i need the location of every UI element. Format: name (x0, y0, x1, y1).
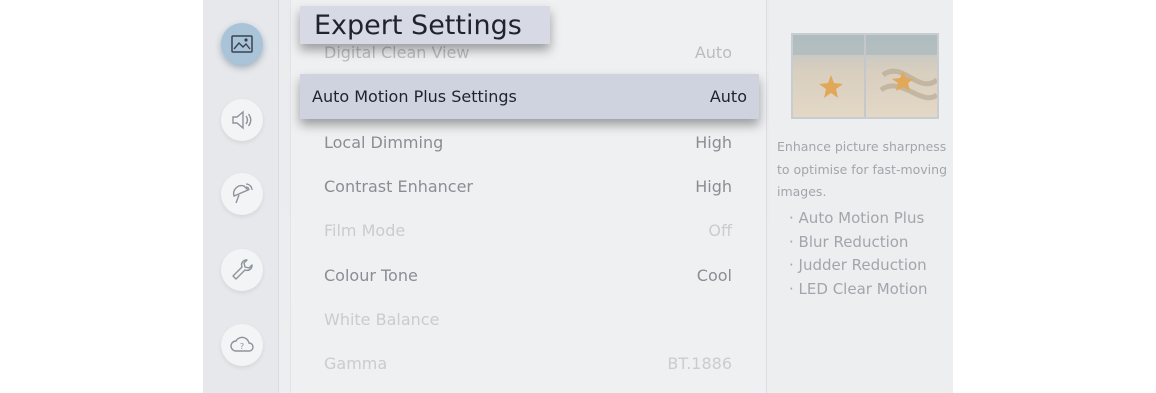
rail-support-button[interactable]: ? (221, 324, 263, 366)
wrench-icon (232, 259, 253, 280)
help-bullet: Auto Motion Plus (789, 207, 928, 231)
help-bullet: Blur Reduction (789, 231, 928, 255)
menu-row-label: White Balance (324, 309, 440, 329)
preview-image (791, 33, 939, 119)
category-rail: ? (203, 0, 279, 393)
help-bullet: Judder Reduction (789, 254, 928, 278)
menu-row-gamma: Gamma BT.1886 (324, 348, 732, 378)
support-cloud-icon: ? (230, 336, 254, 352)
picture-icon (231, 35, 253, 53)
menu-row-local-dimming[interactable]: Local Dimming High (324, 127, 732, 157)
help-description: Enhance picture sharpness to optimise fo… (777, 139, 948, 199)
rail-sound-button[interactable] (221, 99, 263, 141)
menu-row-auto-motion-plus-settings[interactable]: Auto Motion Plus Settings Auto (300, 74, 759, 119)
broadcasting-icon (232, 183, 253, 204)
svg-text:?: ? (240, 342, 244, 351)
menu-row-label: Film Mode (324, 220, 406, 240)
menu-row-value: Auto (709, 87, 747, 106)
menu-row-label: Digital Clean View (324, 42, 470, 62)
menu-row-value: Cool (696, 265, 732, 285)
tv-settings-screen: ? Digital Clean View Auto Expert Setting… (203, 0, 953, 393)
menu-row-contrast-enhancer[interactable]: Contrast Enhancer High (324, 171, 732, 201)
page-title: Expert Settings (300, 6, 550, 44)
help-bullets: Auto Motion Plus Blur Reduction Judder R… (789, 207, 928, 301)
sound-icon (232, 110, 252, 130)
help-bullet: LED Clear Motion (789, 278, 928, 302)
menu-row-value: Off (708, 220, 732, 240)
help-panel: Enhance picture sharpness to optimise fo… (769, 0, 953, 393)
rail-broadcasting-button[interactable] (221, 173, 263, 215)
menu-row-value: Auto (694, 42, 732, 62)
menu-row-label: Local Dimming (324, 132, 444, 152)
menu-row-label: Gamma (324, 353, 388, 373)
page-title-text: Expert Settings (314, 9, 522, 41)
starfish-preview-image (793, 35, 937, 117)
menu-row-label: Contrast Enhancer (324, 176, 474, 196)
menu-row-white-balance: White Balance (324, 304, 732, 334)
menu-row-colour-tone[interactable]: Colour Tone Cool (324, 260, 732, 290)
rail-picture-button[interactable] (221, 23, 263, 65)
menu-row-label: Auto Motion Plus Settings (312, 87, 517, 106)
menu-row-value: High (695, 176, 732, 196)
menu-row-label: Colour Tone (324, 265, 418, 285)
menu-row-value: BT.1886 (667, 353, 732, 373)
menu-row-value: High (695, 132, 732, 152)
menu-row-film-mode: Film Mode Off (324, 215, 732, 245)
rail-general-button[interactable] (221, 249, 263, 291)
